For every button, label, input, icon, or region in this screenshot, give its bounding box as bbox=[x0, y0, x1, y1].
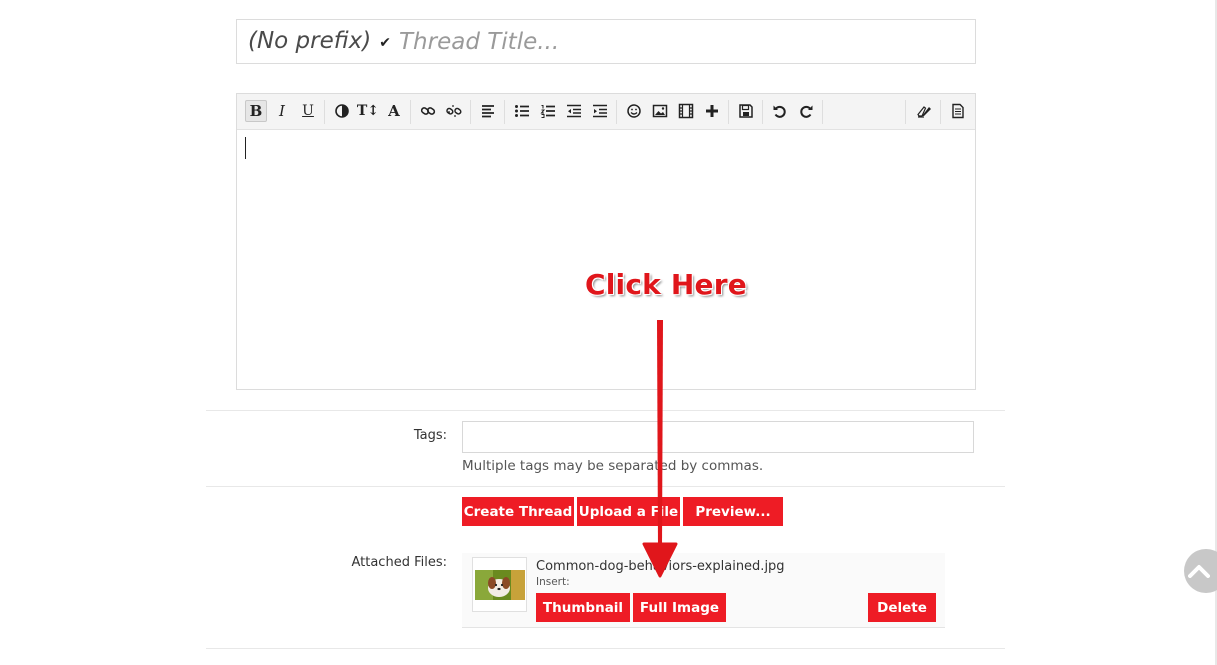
italic-icon[interactable]: I bbox=[271, 100, 293, 122]
chevron-up-icon bbox=[1188, 565, 1210, 578]
scroll-to-top-button[interactable] bbox=[1184, 549, 1217, 593]
prefix-label: (No prefix) bbox=[248, 28, 372, 54]
font-size-icon[interactable]: T↕ bbox=[357, 100, 379, 122]
tags-hint: Multiple tags may be separated by commas… bbox=[462, 458, 764, 474]
toolbar-divider bbox=[905, 100, 906, 124]
click-here-annotation: Click Here bbox=[585, 268, 747, 301]
insert-thumbnail-button[interactable]: Thumbnail bbox=[536, 593, 630, 622]
save-draft-icon[interactable] bbox=[735, 100, 757, 122]
font-family-icon[interactable]: A bbox=[383, 100, 405, 122]
numbered-list-icon[interactable] bbox=[537, 100, 559, 122]
outdent-icon[interactable] bbox=[563, 100, 585, 122]
remove-formatting-icon[interactable] bbox=[913, 100, 935, 122]
upload-file-button[interactable]: Upload a File bbox=[577, 497, 680, 526]
section-divider bbox=[206, 648, 1005, 649]
toolbar-divider bbox=[822, 100, 823, 124]
toggle-bbcode-icon[interactable] bbox=[947, 100, 969, 122]
insert-label: Insert: bbox=[536, 576, 570, 588]
thread-title-input[interactable] bbox=[399, 27, 959, 57]
create-thread-button[interactable]: Create Thread bbox=[462, 497, 574, 526]
image-icon[interactable] bbox=[649, 100, 671, 122]
link-icon[interactable] bbox=[417, 100, 439, 122]
prefix-dropdown[interactable]: (No prefix) ✔ bbox=[248, 28, 391, 54]
thread-title-row: (No prefix) ✔ bbox=[236, 19, 976, 64]
dog-photo-image bbox=[474, 569, 525, 600]
toolbar-divider bbox=[616, 100, 617, 124]
preview-button[interactable]: Preview... bbox=[683, 497, 783, 526]
toolbar-divider bbox=[728, 100, 729, 124]
redo-icon[interactable] bbox=[795, 100, 817, 122]
insert-full-image-button[interactable]: Full Image bbox=[633, 593, 726, 622]
section-divider bbox=[206, 486, 1005, 487]
smilie-icon[interactable] bbox=[623, 100, 645, 122]
unlink-icon[interactable] bbox=[443, 100, 465, 122]
attachment-thumbnail[interactable] bbox=[472, 557, 527, 612]
toolbar-divider bbox=[504, 100, 505, 124]
color-icon[interactable] bbox=[331, 100, 353, 122]
attachment-filename: Common-dog-behaviors-explained.jpg bbox=[536, 559, 785, 574]
message-editor: B I U T↕ A bbox=[236, 93, 976, 390]
more-icon[interactable] bbox=[701, 100, 723, 122]
bold-icon[interactable]: B bbox=[245, 100, 267, 122]
tags-label: Tags: bbox=[413, 428, 447, 443]
attached-files-label: Attached Files: bbox=[351, 555, 447, 570]
delete-attachment-button[interactable]: Delete bbox=[868, 593, 936, 622]
toolbar-divider bbox=[762, 100, 763, 124]
bullet-list-icon[interactable] bbox=[511, 100, 533, 122]
media-icon[interactable] bbox=[675, 100, 697, 122]
toolbar-divider bbox=[940, 100, 941, 124]
undo-icon[interactable] bbox=[769, 100, 791, 122]
toolbar-divider bbox=[410, 100, 411, 124]
chevron-down-icon: ✔ bbox=[379, 35, 391, 51]
underline-icon[interactable]: U bbox=[297, 100, 319, 122]
toolbar-divider bbox=[324, 100, 325, 124]
tags-input[interactable] bbox=[462, 421, 974, 453]
indent-icon[interactable] bbox=[589, 100, 611, 122]
align-icon[interactable] bbox=[477, 100, 499, 122]
editor-toolbar: B I U T↕ A bbox=[237, 94, 975, 130]
section-divider bbox=[206, 410, 1005, 411]
editor-content-area[interactable] bbox=[237, 130, 975, 389]
toolbar-divider bbox=[470, 100, 471, 124]
